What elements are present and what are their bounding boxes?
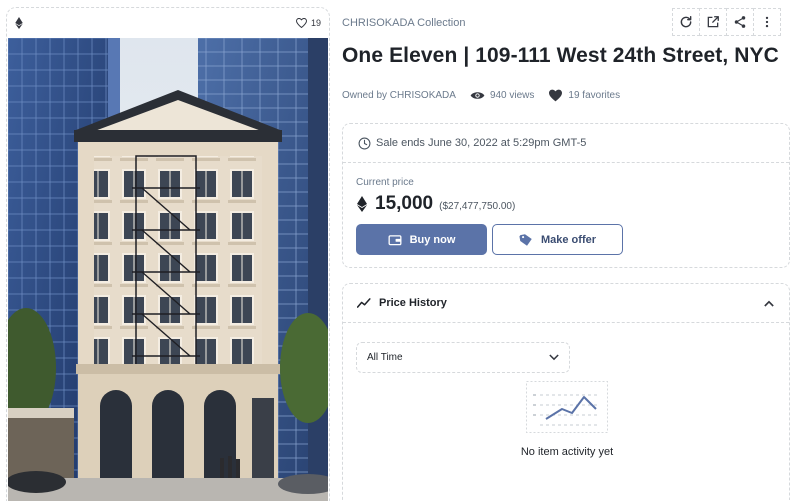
views: 940 views [470,89,534,102]
current-price-label: Current price [356,177,414,188]
make-offer-button[interactable]: Make offer [492,224,623,255]
ethereum-icon [357,196,367,212]
ethereum-icon [15,17,23,29]
sale-card: Sale ends June 30, 2022 at 5:29pm GMT-5 … [342,123,790,268]
owner-label: Owned by CHRISOKADA [342,90,456,101]
open-external-button[interactable] [699,8,727,36]
time-range-value: All Time [367,352,403,363]
trend-icon [357,298,371,308]
chevron-up-icon[interactable] [764,300,774,307]
more-vertical-icon [765,16,769,28]
image-topbar: 19 [7,8,329,38]
favorite-button[interactable]: 19 [295,18,321,28]
external-link-icon [707,16,719,28]
favorite-count: 19 [310,18,321,28]
price-history-label: Price History [379,297,447,309]
owner[interactable]: Owned by CHRISOKADA [342,90,456,101]
empty-chart-icon [526,381,608,433]
no-activity-text: No item activity yet [520,446,614,458]
share-button[interactable] [726,8,754,36]
building-image[interactable] [8,38,328,501]
tag-icon [519,233,532,246]
asset-meta: Owned by CHRISOKADA 940 views 19 favorit… [342,89,634,102]
buy-now-button[interactable]: Buy now [356,224,487,255]
asset-image-card: 19 [6,7,330,501]
eye-icon [470,92,485,99]
sale-end-text: Sale ends June 30, 2022 at 5:29pm GMT-5 [376,137,587,149]
price-usd: ($27,477,750.00) [439,200,516,212]
more-options-button[interactable] [753,8,781,36]
refresh-icon [680,16,692,28]
price-value: 15,000 [375,193,434,214]
asset-toolbar [672,8,781,36]
price-history-panel: Price History All Time No item activity … [342,283,790,500]
time-range-select[interactable]: All Time [356,342,570,373]
price-history-title: Price History [357,297,447,309]
heart-filled-icon [549,89,563,102]
clock-icon [358,137,371,149]
sale-end-row: Sale ends June 30, 2022 at 5:29pm GMT-5 [343,124,789,163]
share-icon [734,16,746,28]
heart-icon [295,18,307,28]
buy-now-label: Buy now [409,233,456,246]
views-count: 940 views [489,90,535,101]
wallet-icon [388,234,402,245]
price-row: 15,000 ($27,477,750.00) [357,193,515,215]
asset-title: One Eleven | 109-111 West 24th Street, N… [342,44,779,67]
chevron-down-icon [549,354,559,361]
price-history-header[interactable]: Price History [343,284,789,323]
refresh-button[interactable] [672,8,700,36]
favorites-count: 19 favorites [568,90,621,101]
favorites[interactable]: 19 favorites [548,89,620,102]
make-offer-label: Make offer [540,233,597,246]
collection-link[interactable]: CHRISOKADA Collection [342,17,466,29]
